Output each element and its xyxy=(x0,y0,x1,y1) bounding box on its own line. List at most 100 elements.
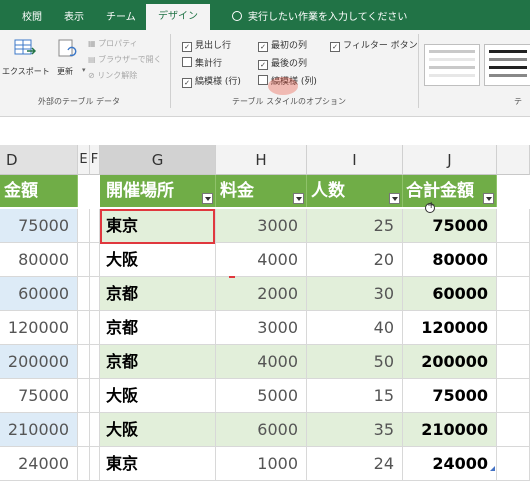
table-style-thumbnail[interactable] xyxy=(484,44,530,86)
total-cell[interactable]: 210000 xyxy=(403,413,497,447)
d-amount-cell[interactable]: 200000 xyxy=(0,345,78,379)
refresh-dropdown-icon[interactable]: ▾ xyxy=(82,66,86,74)
total-row-checkbox[interactable]: 集計行 xyxy=(182,56,222,69)
table-header-total[interactable]: 合計金額 xyxy=(403,175,497,207)
people-cell[interactable]: 15 xyxy=(307,379,403,413)
empty-cell[interactable] xyxy=(90,379,100,413)
filter-dropdown-icon[interactable] xyxy=(202,193,213,204)
empty-cell[interactable] xyxy=(497,243,530,277)
venue-cell[interactable]: 大阪 xyxy=(100,413,216,447)
header-row-checkbox[interactable]: ✓ 見出し行 xyxy=(182,38,231,52)
empty-cell[interactable] xyxy=(78,447,90,481)
empty-cell[interactable] xyxy=(78,277,90,311)
table-resize-handle[interactable] xyxy=(490,466,495,471)
tell-me-box[interactable]: 実行したい作業を入力してください xyxy=(232,8,407,23)
table-header-people[interactable]: 人数 xyxy=(307,175,403,207)
column-header-d[interactable]: D xyxy=(0,145,78,175)
empty-cell[interactable] xyxy=(78,379,90,413)
column-header-j[interactable]: J xyxy=(403,145,497,175)
checkbox-checked-icon: ✓ xyxy=(182,42,192,52)
column-header-e[interactable]: E xyxy=(78,145,90,175)
empty-cell[interactable] xyxy=(90,311,100,345)
people-cell[interactable]: 30 xyxy=(307,277,403,311)
tab-review[interactable]: 校閲 xyxy=(22,8,42,23)
total-cell[interactable]: 60000 xyxy=(403,277,497,311)
empty-cell[interactable] xyxy=(497,447,530,481)
export-button[interactable]: エクスポート xyxy=(2,66,50,77)
d-column-header-cell[interactable]: 金額 xyxy=(0,175,78,207)
people-cell[interactable]: 25 xyxy=(307,209,403,243)
table-header-fee[interactable]: 料金 xyxy=(216,175,307,207)
filter-button-checkbox[interactable]: ✓ フィルター ボタン xyxy=(330,38,418,52)
venue-cell[interactable]: 大阪 xyxy=(100,243,216,277)
empty-cell[interactable] xyxy=(497,345,530,379)
filter-dropdown-icon[interactable] xyxy=(293,193,304,204)
d-amount-cell[interactable]: 75000 xyxy=(0,379,78,413)
d-amount-cell[interactable]: 80000 xyxy=(0,243,78,277)
fee-cell[interactable]: 4000 xyxy=(216,345,307,379)
total-cell[interactable]: 200000 xyxy=(403,345,497,379)
empty-cell[interactable] xyxy=(78,243,90,277)
table-header-venue[interactable]: 開催場所 xyxy=(100,175,216,207)
people-cell[interactable]: 20 xyxy=(307,243,403,277)
tab-team[interactable]: チーム xyxy=(106,8,136,23)
people-cell[interactable]: 50 xyxy=(307,345,403,379)
people-cell[interactable]: 40 xyxy=(307,311,403,345)
empty-cell[interactable] xyxy=(78,345,90,379)
tab-design[interactable]: デザイン xyxy=(146,4,210,30)
total-cell[interactable]: 75000 xyxy=(403,209,497,243)
empty-cell[interactable] xyxy=(497,311,530,345)
empty-cell[interactable] xyxy=(90,209,100,243)
empty-cell[interactable] xyxy=(78,413,90,447)
venue-cell[interactable]: 京都 xyxy=(100,345,216,379)
fee-cell[interactable]: 3000 xyxy=(216,311,307,345)
column-header-i[interactable]: I xyxy=(307,145,403,175)
filter-dropdown-icon[interactable] xyxy=(389,193,400,204)
empty-cell[interactable] xyxy=(90,243,100,277)
empty-cell[interactable] xyxy=(90,277,100,311)
empty-cell[interactable] xyxy=(497,209,530,243)
d-amount-cell[interactable]: 75000 xyxy=(0,209,78,243)
fee-cell[interactable]: 6000 xyxy=(216,413,307,447)
fee-cell[interactable]: 1000 xyxy=(216,447,307,481)
banded-rows-checkbox[interactable]: ✓ 縞模様 (行) xyxy=(182,74,241,88)
empty-cell[interactable] xyxy=(90,345,100,379)
empty-cell[interactable] xyxy=(78,209,90,243)
column-header-f[interactable]: F xyxy=(90,145,100,175)
tab-view[interactable]: 表示 xyxy=(64,8,84,23)
venue-cell[interactable]: 大阪 xyxy=(100,379,216,413)
column-header-h[interactable]: H xyxy=(216,145,307,175)
fee-cell[interactable]: 4000 xyxy=(216,243,307,277)
empty-cell[interactable] xyxy=(90,413,100,447)
venue-cell[interactable]: 東京 xyxy=(100,447,216,481)
empty-cell[interactable] xyxy=(497,277,530,311)
refresh-button[interactable]: 更新 xyxy=(57,66,73,77)
group-separator xyxy=(418,34,419,108)
d-amount-cell[interactable]: 210000 xyxy=(0,413,78,447)
first-column-checkbox[interactable]: ✓ 最初の列 xyxy=(258,38,307,52)
table-style-thumbnail[interactable] xyxy=(424,44,480,86)
fee-cell[interactable]: 5000 xyxy=(216,379,307,413)
empty-cell[interactable] xyxy=(78,311,90,345)
column-header-g[interactable]: G xyxy=(100,145,216,175)
total-cell[interactable]: 75000 xyxy=(403,379,497,413)
venue-cell[interactable]: 京都 xyxy=(100,277,216,311)
venue-cell[interactable]: 京都 xyxy=(100,311,216,345)
fee-cell[interactable]: 2000 xyxy=(216,277,307,311)
last-column-checkbox[interactable]: ✓ 最後の列 xyxy=(258,56,307,70)
d-amount-cell[interactable]: 120000 xyxy=(0,311,78,345)
total-cell[interactable]: 120000 xyxy=(403,311,497,345)
column-header-k[interactable] xyxy=(497,145,530,175)
empty-cell[interactable] xyxy=(497,413,530,447)
empty-cell[interactable] xyxy=(90,447,100,481)
fee-cell[interactable]: 3000 xyxy=(216,209,307,243)
filter-dropdown-icon[interactable] xyxy=(483,193,494,204)
d-amount-cell[interactable]: 24000 xyxy=(0,447,78,481)
total-cell[interactable]: 80000 xyxy=(403,243,497,277)
total-cell[interactable]: 24000 xyxy=(403,447,497,481)
people-cell[interactable]: 35 xyxy=(307,413,403,447)
checkbox-checked-icon: ✓ xyxy=(258,42,268,52)
d-amount-cell[interactable]: 60000 xyxy=(0,277,78,311)
people-cell[interactable]: 24 xyxy=(307,447,403,481)
empty-cell[interactable] xyxy=(497,379,530,413)
